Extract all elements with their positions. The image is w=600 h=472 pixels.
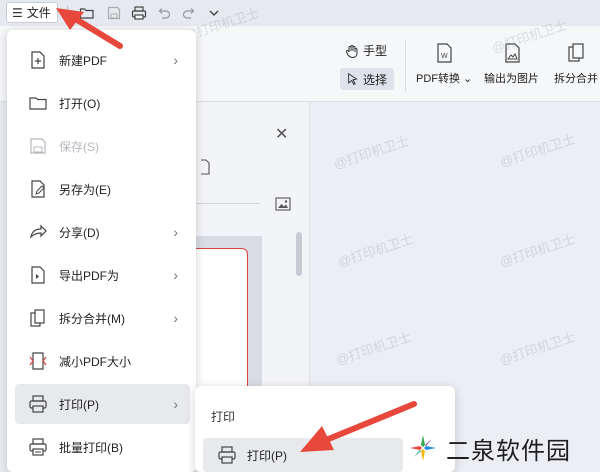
menu-item-save-as[interactable]: 另存为(E) [15,169,190,209]
select-tool-button[interactable]: 选择 [340,68,394,90]
menu-item-export-pdf[interactable]: 导出PDF为 › [15,255,190,295]
open-folder-icon[interactable] [76,2,98,24]
brand-logo: 二泉软件园 [408,428,571,468]
save-icon [27,135,49,157]
menu-item-split-merge[interactable]: 拆分合并(M) › [15,298,190,338]
brand-name: 二泉软件园 [446,437,571,465]
menu-item-label: 批量打印(B) [59,440,123,455]
split-merge-button[interactable]: 拆分合并 [554,42,598,86]
file-menu-label: 文件 [26,6,51,20]
menu-item-print[interactable]: 打印(P) › [15,384,190,424]
page-thumbnail[interactable] [196,248,248,398]
share-icon [27,221,49,243]
menu-item-label: 拆分合并(M) [59,311,125,326]
new-pdf-icon [27,49,49,71]
panel-scrollbar[interactable] [296,232,302,276]
menu-item-compress-pdf[interactable]: 减小PDF大小 [15,341,190,381]
save-as-icon [27,178,49,200]
svg-text:W: W [441,53,448,60]
submenu-item-print[interactable]: 打印(P) [203,438,403,472]
split-merge-label: 拆分合并 [554,73,598,85]
panel-divider [196,203,260,204]
pdf-convert-button[interactable]: W PDF转换 ⌄ [416,42,472,86]
menu-item-label: 另存为(E) [59,182,111,197]
select-tool-label: 选择 [363,72,388,87]
menu-item-label: 导出PDF为 [59,268,120,283]
printer-icon [218,446,236,464]
file-menu-button[interactable]: ☰ 文件 [6,2,58,23]
cursor-icon [348,72,358,86]
menu-item-label: 打印(P) [59,397,99,412]
split-merge-icon [568,43,584,62]
menu-item-label: 打开(O) [59,96,101,111]
chevron-right-icon: › [173,224,178,240]
export-image-label: 输出为图片 [484,73,539,85]
menu-item-label: 保存(S) [59,139,99,154]
printer-icon [27,393,49,415]
chevron-right-icon: › [173,310,178,326]
chevron-down-icon[interactable] [203,2,225,24]
hand-tool-button[interactable]: 手型 [344,42,387,59]
sparkle-logo-icon [410,435,436,461]
toolbar-divider [67,6,68,20]
image-icon[interactable] [275,197,291,211]
save-icon[interactable] [103,2,125,24]
undo-icon[interactable] [153,2,175,24]
chevron-right-icon: › [173,396,178,412]
submenu-item-label: 打印(P) [247,448,287,463]
print-icon[interactable] [128,2,150,24]
menu-item-batch-print[interactable]: 批量打印(B) [15,427,190,467]
ribbon-divider [405,40,406,92]
export-image-icon [504,43,520,63]
menu-item-label: 减小PDF大小 [59,354,132,369]
pdf-convert-icon: W [437,43,452,63]
menu-lines-icon: ☰ [12,5,23,20]
quick-access-toolbar: ☰ 文件 [0,0,600,26]
menu-item-new-pdf[interactable]: 新建PDF › [15,40,190,80]
close-icon[interactable]: ✕ [275,124,288,144]
pdf-convert-label: PDF转换 [416,73,460,85]
file-menu-dropdown: 新建PDF › 打开(O) 保存(S) 另存为(E) 分享(D) › 导出PDF… [7,30,196,472]
split-merge-icon [27,307,49,329]
redo-icon[interactable] [178,2,200,24]
menu-item-open[interactable]: 打开(O) [15,83,190,123]
chevron-right-icon: › [173,267,178,283]
batch-print-icon [27,436,49,458]
menu-item-label: 新建PDF [59,53,108,68]
folder-open-icon [27,92,49,114]
compress-pdf-icon [27,350,49,372]
export-image-button[interactable]: 输出为图片 [484,42,539,86]
submenu-title: 打印 [211,410,236,424]
hand-icon [345,44,358,58]
menu-item-label: 分享(D) [59,225,100,240]
page-icon [201,159,210,175]
hand-tool-label: 手型 [363,44,388,58]
export-pdf-icon [27,264,49,286]
chevron-right-icon: › [173,52,178,68]
menu-item-share[interactable]: 分享(D) › [15,212,190,252]
menu-item-save: 保存(S) [15,126,190,166]
